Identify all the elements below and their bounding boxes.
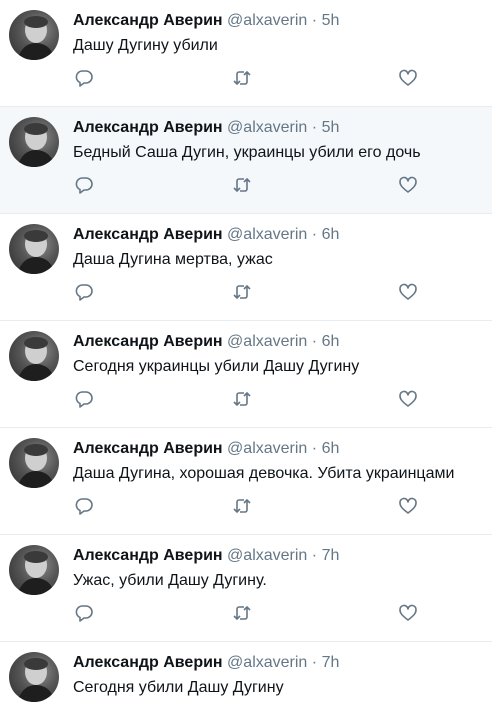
avatar[interactable]	[9, 117, 59, 167]
tweet[interactable]: Александр Аверин @alxaverin · 5h Дашу Ду…	[0, 0, 492, 107]
tweet[interactable]: Александр Аверин @alxaverin · 6h Даша Ду…	[0, 214, 492, 321]
avatar[interactable]	[9, 224, 59, 274]
retweet-icon	[233, 605, 251, 621]
timestamp[interactable]: 7h	[322, 547, 340, 564]
tweet-text: Сегодня украинцы убили Дашу Дугину	[73, 358, 360, 375]
author-name[interactable]: Александр Аверин	[73, 440, 223, 457]
avatar[interactable]	[9, 331, 59, 381]
like-button[interactable]	[398, 389, 418, 409]
reply-button[interactable]	[74, 68, 94, 88]
separator: ·	[311, 547, 318, 564]
separator: ·	[311, 12, 318, 29]
tweet-text: Ужас, убили Дашу Дугину.	[73, 572, 267, 589]
reply-icon	[75, 70, 93, 87]
reply-icon	[75, 498, 93, 515]
retweet-icon	[233, 391, 251, 407]
tweet[interactable]: Александр Аверин @alxaverin · 7h Ужас, у…	[0, 535, 492, 642]
like-icon	[399, 604, 417, 621]
separator: ·	[311, 654, 318, 671]
retweet-button[interactable]	[232, 68, 252, 88]
tweet-text: Дашу Дугину убили	[73, 37, 218, 54]
like-icon	[399, 390, 417, 407]
retweet-icon	[233, 284, 251, 300]
retweet-icon	[233, 70, 251, 86]
tweet[interactable]: Александр Аверин @alxaverin · 7h Сегодня…	[0, 642, 492, 702]
author-handle[interactable]: @alxaverin	[227, 119, 307, 136]
like-button[interactable]	[398, 175, 418, 195]
separator: ·	[311, 119, 318, 136]
tweet-header: Александр Аверин @alxaverin · 7h	[73, 653, 339, 673]
reply-button[interactable]	[74, 389, 94, 409]
author-name[interactable]: Александр Аверин	[73, 654, 223, 671]
like-icon	[399, 497, 417, 514]
author-name[interactable]: Александр Аверин	[73, 226, 223, 243]
separator: ·	[311, 440, 318, 457]
reply-button[interactable]	[74, 282, 94, 302]
author-handle[interactable]: @alxaverin	[227, 440, 307, 457]
retweet-icon	[233, 498, 251, 514]
author-name[interactable]: Александр Аверин	[73, 547, 223, 564]
timestamp[interactable]: 6h	[322, 333, 340, 350]
reply-icon	[75, 391, 93, 408]
reply-icon	[75, 284, 93, 301]
tweet-header: Александр Аверин @alxaverin · 6h	[73, 439, 339, 459]
tweet-text: Даша Дугина, хорошая девочка. Убита укра…	[73, 465, 455, 482]
separator: ·	[311, 226, 318, 243]
like-icon	[399, 283, 417, 300]
reply-button[interactable]	[74, 603, 94, 623]
tweet[interactable]: Александр Аверин @alxaverin · 6h Сегодня…	[0, 321, 492, 428]
timestamp[interactable]: 6h	[322, 440, 340, 457]
reply-icon	[75, 177, 93, 194]
author-handle[interactable]: @alxaverin	[227, 333, 307, 350]
tweet-header: Александр Аверин @alxaverin · 5h	[73, 118, 339, 138]
separator: ·	[311, 333, 318, 350]
like-button[interactable]	[398, 496, 418, 516]
tweet-text: Даша Дугина мертва, ужас	[73, 251, 273, 268]
retweet-button[interactable]	[232, 389, 252, 409]
tweet[interactable]: Александр Аверин @alxaverin · 5h Бедный …	[0, 107, 492, 214]
reply-icon	[75, 605, 93, 622]
timestamp[interactable]: 7h	[322, 654, 340, 671]
author-handle[interactable]: @alxaverin	[227, 654, 307, 671]
like-icon	[399, 176, 417, 193]
reply-button[interactable]	[74, 175, 94, 195]
author-handle[interactable]: @alxaverin	[227, 547, 307, 564]
like-button[interactable]	[398, 603, 418, 623]
timestamp[interactable]: 6h	[322, 226, 340, 243]
avatar[interactable]	[9, 545, 59, 595]
reply-button[interactable]	[74, 496, 94, 516]
avatar[interactable]	[9, 652, 59, 702]
author-handle[interactable]: @alxaverin	[227, 226, 307, 243]
retweet-button[interactable]	[232, 496, 252, 516]
timestamp[interactable]: 5h	[322, 119, 340, 136]
tweet-feed: Александр Аверин @alxaverin · 5h Дашу Ду…	[0, 0, 492, 702]
tweet-text: Бедный Саша Дугин, украинцы убили его до…	[73, 144, 421, 161]
retweet-button[interactable]	[232, 282, 252, 302]
like-button[interactable]	[398, 68, 418, 88]
author-name[interactable]: Александр Аверин	[73, 12, 223, 29]
tweet-text: Сегодня убили Дашу Дугину	[73, 679, 284, 696]
tweet-header: Александр Аверин @alxaverin · 5h	[73, 11, 339, 31]
retweet-button[interactable]	[232, 175, 252, 195]
author-name[interactable]: Александр Аверин	[73, 333, 223, 350]
like-icon	[399, 69, 417, 86]
avatar[interactable]	[9, 438, 59, 488]
author-handle[interactable]: @alxaverin	[227, 12, 307, 29]
like-button[interactable]	[398, 282, 418, 302]
tweet[interactable]: Александр Аверин @alxaverin · 6h Даша Ду…	[0, 428, 492, 535]
tweet-header: Александр Аверин @alxaverin · 7h	[73, 546, 339, 566]
timestamp[interactable]: 5h	[322, 12, 340, 29]
tweet-header: Александр Аверин @alxaverin · 6h	[73, 332, 339, 352]
avatar[interactable]	[9, 10, 59, 60]
author-name[interactable]: Александр Аверин	[73, 119, 223, 136]
retweet-button[interactable]	[232, 603, 252, 623]
tweet-header: Александр Аверин @alxaverin · 6h	[73, 225, 339, 245]
retweet-icon	[233, 177, 251, 193]
